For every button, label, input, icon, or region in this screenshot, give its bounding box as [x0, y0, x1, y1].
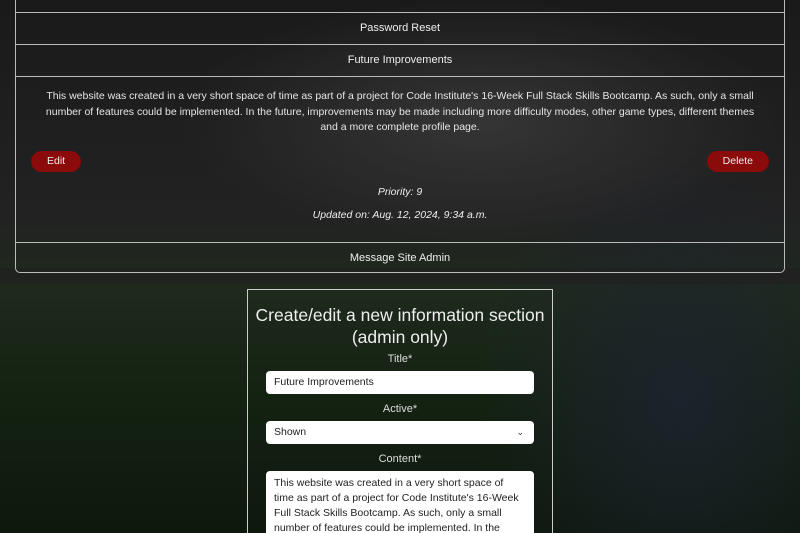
active-select[interactable]: Shown ⌄ [266, 421, 534, 444]
title-input[interactable]: Future Improvements [266, 371, 534, 394]
accordion-item-message-site-admin[interactable]: Message Site Admin [16, 242, 784, 274]
edit-button[interactable]: Edit [31, 150, 82, 172]
active-label: Active* [382, 403, 418, 415]
info-section-form: Create/edit a new information section (a… [247, 289, 553, 533]
active-select-value: Shown [274, 426, 307, 438]
form-heading: Create/edit a new information section (a… [255, 305, 545, 347]
accordion-item-future-improvements[interactable]: Future Improvements [16, 44, 784, 76]
title-label: Title* [387, 353, 413, 365]
content-textarea[interactable]: This website was created in a very short… [266, 471, 534, 533]
info-accordion: Password Reset Future Improvements This … [15, 0, 785, 273]
chevron-down-icon: ⌄ [516, 427, 524, 437]
accordion-body: This website was created in a very short… [16, 76, 784, 242]
priority-text: Priority: 9 [377, 185, 423, 198]
accordion-item-password-reset[interactable]: Password Reset [16, 12, 784, 44]
delete-button[interactable]: Delete [706, 150, 769, 172]
section-content: This website was created in a very short… [45, 90, 755, 133]
updated-text: Updated on: Aug. 12, 2024, 9:34 a.m. [312, 208, 488, 221]
content-label: Content* [378, 453, 422, 465]
